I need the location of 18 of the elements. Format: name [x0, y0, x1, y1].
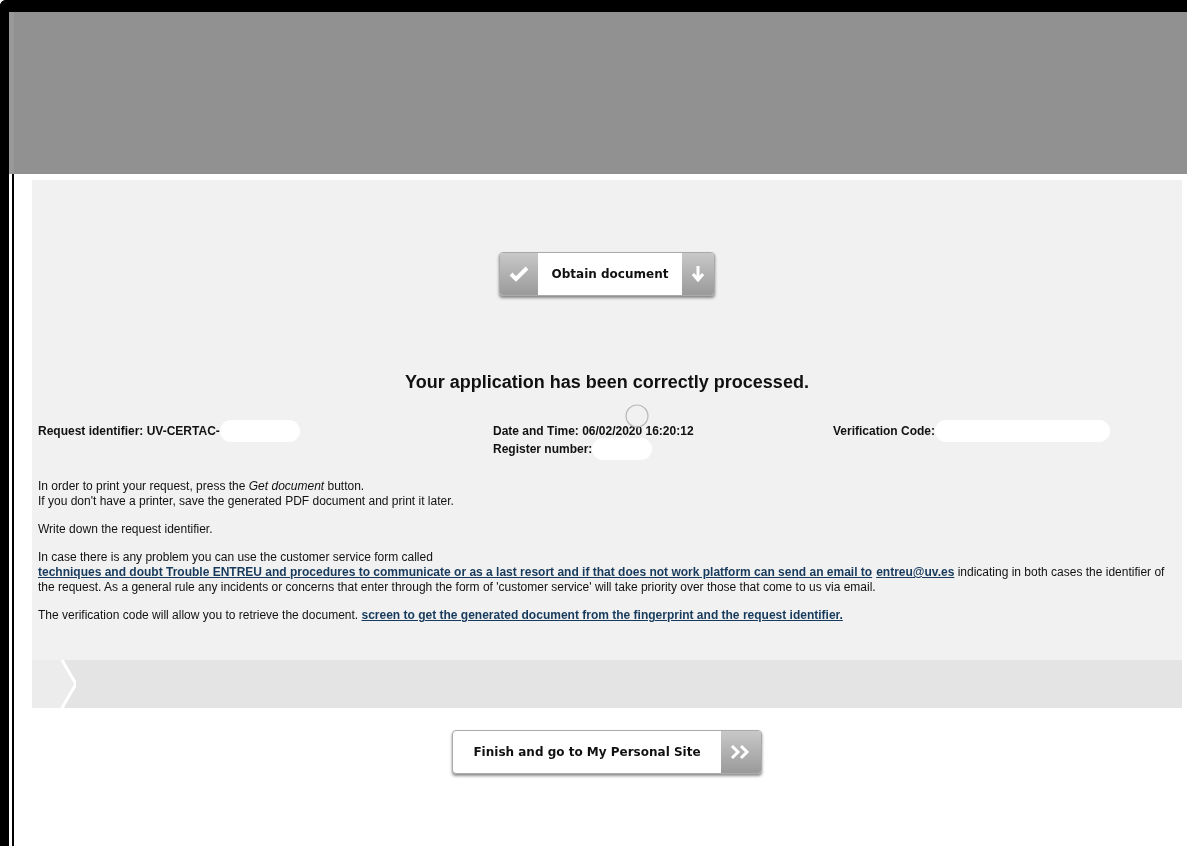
help-link[interactable]: entreu@uv.es	[876, 565, 955, 579]
down-arrow-icon	[692, 266, 705, 282]
detail-label: Verification Code:	[833, 424, 936, 438]
obtain-document-button[interactable]: Obtain document	[498, 252, 716, 296]
finish-button[interactable]: Finish and go to My Personal Site	[452, 730, 762, 774]
detail-label: Register number:	[493, 442, 593, 456]
detail-label: Request identifier: UV-CERTAC-	[38, 424, 220, 438]
body-text: If you don't have a printer, save the generated PDF document and print it later.	[38, 494, 455, 509]
double-chevron-icon	[729, 744, 752, 760]
body-text: In order to print your request, press the Get document button.	[38, 479, 366, 494]
success-heading: Your application has been correctly processed.	[404, 372, 810, 393]
check-icon	[508, 266, 529, 282]
body-text: Write down the request identifier.	[38, 522, 214, 537]
body-text: The verification code will allow you to retrieve the document. screen to get the generated document from the fingerprint and the request identifier.	[38, 608, 844, 623]
help-link[interactable]: screen to get the generated document from the fingerprint and the request identifier.	[361, 608, 843, 622]
detail-label: Date and Time: 06/02/2020 16:20:12	[493, 424, 694, 438]
body-text: In case there is any problem you can use the customer service form called techniques and doubt Trouble ENTREU and procedures to communicate or as a last resort and if that does not work platform can send an email to entreu@uv.es indicating in both cases the identifier of the request. As a general rule any incidents or concerns that enter through the form of 'customer service' will take priority over those that come to us via email.	[38, 550, 1166, 595]
help-link[interactable]: techniques and doubt Trouble ENTREU and procedures to communicate or as a last resort and if that does not work platform can send an email to	[38, 565, 873, 579]
